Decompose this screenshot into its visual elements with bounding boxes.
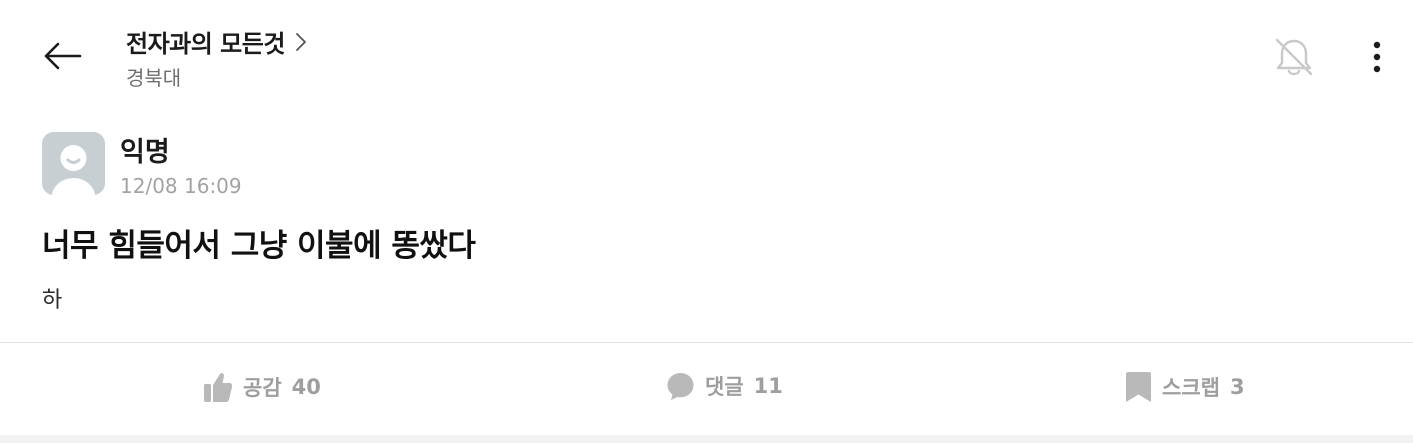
notification-toggle-button[interactable] — [1268, 34, 1320, 80]
chevron-right-icon — [295, 30, 311, 54]
more-vertical-icon — [1373, 41, 1381, 73]
post-date: 12/08 16:09 — [120, 174, 242, 198]
arrow-left-icon — [44, 42, 82, 70]
back-button[interactable] — [38, 34, 86, 78]
anonymous-user-icon — [42, 132, 105, 195]
bell-off-icon — [1275, 38, 1313, 76]
like-label: 공감 — [243, 376, 282, 400]
scrap-button[interactable]: 스크랩 3 — [1125, 371, 1245, 403]
comment-button[interactable]: 댓글 11 — [666, 371, 783, 401]
post-actions: 공감 40 댓글 11 스크랩 3 — [0, 343, 1413, 435]
post-title: 너무 힘들어서 그냥 이불에 똥쌌다 — [42, 228, 476, 264]
scrap-label: 스크랩 — [1162, 376, 1220, 400]
thumbs-up-icon — [203, 371, 233, 403]
comment-count: 11 — [753, 374, 783, 398]
author-name: 익명 — [120, 137, 170, 168]
post-body: 하 — [42, 288, 63, 313]
scrap-count: 3 — [1229, 375, 1245, 399]
author-avatar — [42, 132, 105, 195]
like-count: 40 — [291, 375, 321, 399]
board-title: 전자과의 모든것 — [126, 30, 285, 58]
board-title-link[interactable]: 전자과의 모든것 — [126, 24, 311, 59]
board-school: 경북대 — [126, 66, 182, 90]
speech-bubble-icon — [666, 371, 695, 401]
post-header: 전자과의 모든것 경북대 — [0, 0, 1413, 110]
more-options-button[interactable] — [1360, 34, 1394, 80]
like-button[interactable]: 공감 40 — [203, 371, 321, 403]
section-separator — [0, 435, 1413, 443]
bookmark-icon — [1125, 371, 1152, 403]
comment-label: 댓글 — [705, 375, 744, 399]
